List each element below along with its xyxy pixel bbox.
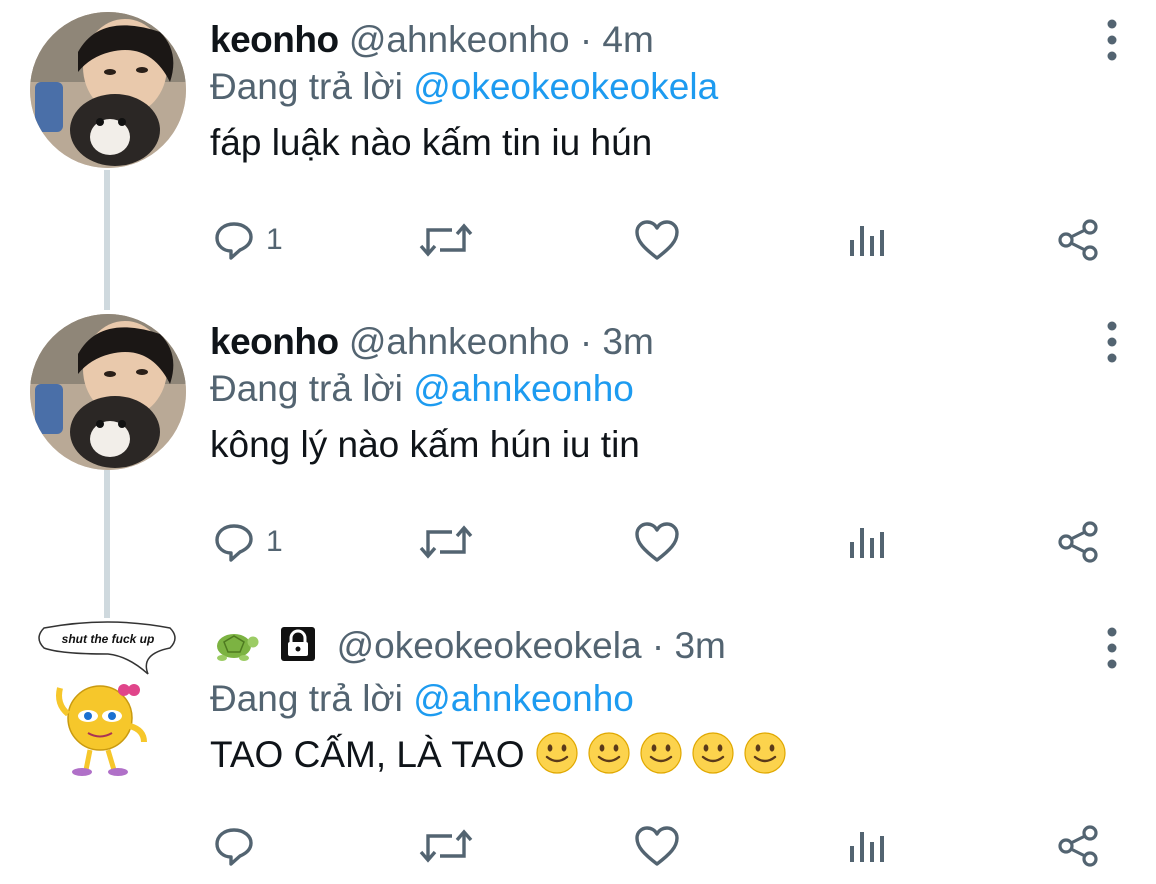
views-bars-icon [850,528,884,558]
reply-count: 1 [266,525,283,558]
slightly-smiling-face-icon [692,732,734,774]
user-handle[interactable]: @ahnkeonho [349,321,570,362]
action-bar [0,816,1156,876]
share-button[interactable] [1056,210,1100,270]
separator-dot: · [579,19,593,60]
avatar[interactable]: shut the fuck up [30,618,186,776]
views-button[interactable] [848,816,888,876]
more-vertical-icon[interactable] [1106,18,1118,62]
reply-button[interactable]: 1 [212,210,283,270]
tweet-text-line: TAO CẤM, LÀ TAO [210,726,1096,784]
share-icon [1058,521,1098,563]
tweet-body: keonho @ahnkeonho · 3m Đang trả lời @ahn… [210,320,1096,474]
slightly-smiling-face-icon [744,732,786,774]
replying-to-line: Đang trả lời @ahnkeonho [210,674,1096,724]
action-bar: 1 [0,512,1156,572]
heart-icon [635,826,679,866]
replying-prefix: Đang trả lời [210,678,403,719]
replying-to-line: Đang trả lời @ahnkeonho [210,364,1096,414]
display-name[interactable]: keonho [210,19,339,60]
avatar-caption: shut the fuck up [62,632,155,646]
tweet[interactable]: keonho @ahnkeonho · 3m Đang trả lời @ahn… [0,302,1156,602]
slightly-smiling-face-icon [588,732,630,774]
reply-button[interactable]: 1 [212,512,283,572]
replying-prefix: Đang trả lời [210,368,403,409]
mention-link[interactable]: @ahnkeonho [413,678,634,719]
turtle-emoji-icon [210,624,260,674]
reply-bubble-icon [215,222,253,260]
heart-icon [635,220,679,260]
retweet-icon [419,829,473,863]
views-bars-icon [850,226,884,256]
share-icon [1058,219,1098,261]
views-button[interactable] [848,512,888,572]
reply-button[interactable] [212,816,266,876]
tweet-body: @okeokeokeokela · 3m Đang trả lời @ahnke… [210,624,1096,784]
more-vertical-icon[interactable] [1106,626,1118,670]
reply-bubble-icon [215,524,253,562]
tweet-text: TAO CẤM, LÀ TAO [210,734,525,775]
retweet-icon [419,525,473,559]
like-button[interactable] [634,210,680,270]
mention-link[interactable]: @okeokeokeokela [413,66,718,107]
heart-icon [635,522,679,562]
tweet[interactable]: shut the fuck up @okeokeokeokela · 3m Đa… [0,606,1156,884]
timestamp[interactable]: 4m [602,19,653,60]
tweet-header: keonho @ahnkeonho · 3m [210,320,1096,364]
share-icon [1058,825,1098,867]
views-bars-icon [850,832,884,862]
tweet-body: keonho @ahnkeonho · 4m Đang trả lời @oke… [210,18,1096,172]
user-handle[interactable]: @ahnkeonho [349,19,570,60]
share-button[interactable] [1056,816,1100,876]
more-vertical-icon[interactable] [1106,320,1118,364]
retweet-button[interactable] [418,210,474,270]
slightly-smiling-face-icon [640,732,682,774]
separator-dot: · [579,321,593,362]
retweet-button[interactable] [418,512,474,572]
replying-to-line: Đang trả lời @okeokeokeokela [210,62,1096,112]
tweet[interactable]: keonho @ahnkeonho · 4m Đang trả lời @oke… [0,0,1156,300]
share-button[interactable] [1056,512,1100,572]
timestamp[interactable]: 3m [602,321,653,362]
reply-count: 1 [266,223,283,256]
tweet-text: kông lý nào kấm hún iu tin [210,424,640,465]
tweet-header: keonho @ahnkeonho · 4m [210,18,1096,62]
timestamp[interactable]: 3m [674,625,725,666]
views-button[interactable] [848,210,888,270]
replying-prefix: Đang trả lời [210,66,403,107]
avatar[interactable] [30,12,186,168]
slightly-smiling-face-icon [536,732,578,774]
retweet-icon [419,223,473,257]
avatar[interactable] [30,314,186,470]
retweet-button[interactable] [418,816,474,876]
like-button[interactable] [634,816,680,876]
lock-icon [278,624,318,674]
mention-link[interactable]: @ahnkeonho [413,368,634,409]
tweet-header: @okeokeokeokela · 3m [210,624,1096,674]
display-name[interactable]: keonho [210,321,339,362]
user-handle[interactable]: @okeokeokeokela [337,625,642,666]
emoji-row [535,732,795,775]
action-bar: 1 [0,210,1156,270]
like-button[interactable] [634,512,680,572]
separator-dot: · [651,625,665,666]
tweet-text: fáp luậk nào kấm tin iu hún [210,122,653,163]
reply-bubble-icon [215,828,253,866]
